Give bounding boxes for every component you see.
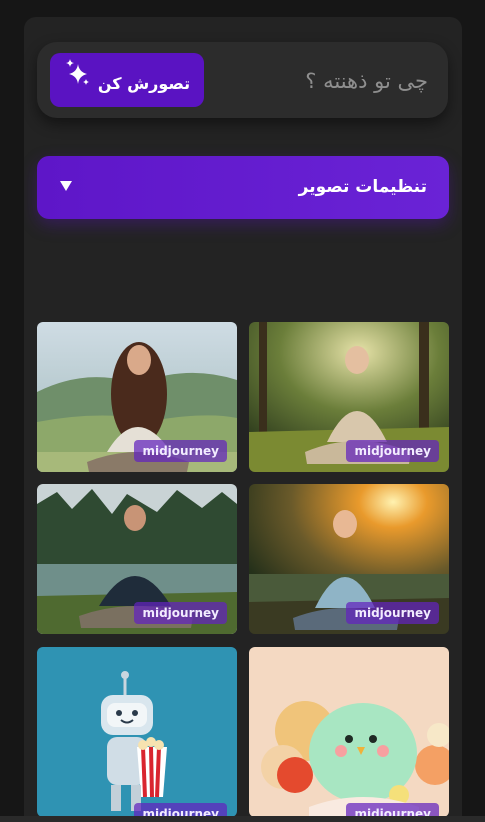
- gallery-image: [37, 647, 237, 817]
- sparkle-icon: [65, 59, 89, 85]
- imagine-button-label: تصورش کن: [97, 73, 191, 93]
- image-settings-accordion[interactable]: تنظیمات تصویر: [37, 156, 449, 219]
- gallery-card[interactable]: midjourney: [249, 322, 449, 472]
- gallery-image: [249, 647, 449, 817]
- gallery-card[interactable]: midjourney: [249, 484, 449, 634]
- gallery-card[interactable]: midjourney: [249, 647, 449, 817]
- gallery-card[interactable]: midjourney: [37, 647, 237, 817]
- settings-title: تنظیمات تصویر: [298, 177, 427, 197]
- model-badge: midjourney: [346, 803, 439, 817]
- model-badge: midjourney: [134, 440, 227, 462]
- model-badge: midjourney: [134, 803, 227, 817]
- prompt-input[interactable]: [216, 42, 430, 120]
- model-badge: midjourney: [346, 602, 439, 624]
- chevron-down-icon: [60, 181, 72, 191]
- gallery-card[interactable]: midjourney: [37, 484, 237, 634]
- app-panel: تصورش کن تنظیمات تصویر: [24, 17, 462, 822]
- horizontal-scrollbar[interactable]: [0, 816, 485, 822]
- prompt-bar: تصورش کن: [37, 42, 448, 120]
- imagine-button[interactable]: تصورش کن: [50, 53, 204, 107]
- model-badge: midjourney: [346, 440, 439, 462]
- model-badge: midjourney: [134, 602, 227, 624]
- gallery-card[interactable]: midjourney: [37, 322, 237, 472]
